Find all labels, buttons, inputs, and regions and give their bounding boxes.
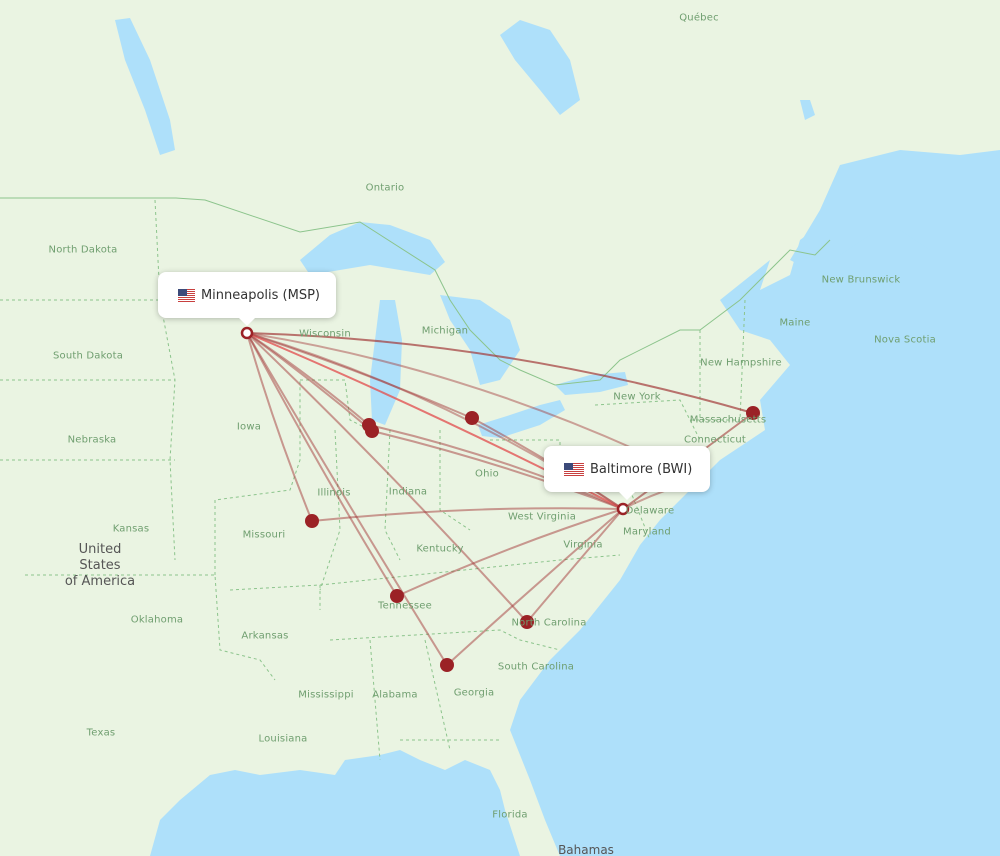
region-label-west-virginia: West Virginia	[507, 511, 577, 523]
region-label-kentucky: Kentucky	[416, 543, 464, 555]
region-label-michigan: Michigan	[421, 325, 469, 337]
region-label-georgia: Georgia	[453, 687, 495, 699]
region-label-tennessee: Tennessee	[378, 600, 432, 612]
us-flag-icon	[564, 462, 584, 476]
water-bodies	[115, 18, 1000, 856]
origin-airport-label: Minneapolis (MSP)	[200, 287, 320, 303]
region-label-mississippi: Mississippi	[298, 689, 354, 701]
anticosti	[800, 100, 815, 120]
stop-marker-st-louis[interactable]	[305, 514, 319, 528]
route-msp-atl	[246, 332, 448, 666]
region-label-north-dakota: North Dakota	[48, 244, 118, 256]
region-label-massachusetts: Massachusetts	[689, 414, 767, 426]
stop-marker-atlanta[interactable]	[440, 658, 454, 672]
country-label: United States of America	[64, 542, 136, 589]
region-label-maryland: Maryland	[623, 526, 671, 538]
region-label-new-york: New York	[613, 391, 661, 403]
region-label-south-dakota: South Dakota	[52, 350, 124, 362]
region-label-texas: Texas	[86, 727, 116, 739]
region-label-delaware: Delaware	[625, 505, 675, 517]
region-label-south-carolina: South Carolina	[497, 661, 575, 673]
region-label-iowa: Iowa	[236, 421, 262, 433]
lake-winnipeg	[115, 18, 175, 155]
region-label-louisiana: Louisiana	[258, 733, 308, 745]
region-label-connecticut: Connecticut	[683, 434, 747, 446]
region-label-maine: Maine	[779, 317, 811, 329]
destination-airport-tooltip[interactable]: Baltimore (BWI)	[544, 446, 710, 500]
destination-airport-label: Baltimore (BWI)	[590, 461, 693, 477]
gulf-of-mexico	[150, 750, 520, 856]
region-label-qu-bec: Québec	[679, 12, 719, 24]
region-label-nebraska: Nebraska	[67, 434, 117, 446]
origin-airport-tooltip[interactable]: Minneapolis (MSP)	[158, 272, 336, 326]
region-label-indiana: Indiana	[388, 486, 428, 498]
stop-marker-detroit[interactable]	[465, 411, 479, 425]
region-label-alabama: Alabama	[372, 689, 418, 701]
region-label-ohio: Ohio	[475, 468, 499, 480]
region-label-new-hampshire: New Hampshire	[700, 357, 782, 369]
region-label-florida: Florida	[492, 809, 528, 821]
region-label-north-carolina: North Carolina	[511, 617, 587, 629]
us-flag-icon	[178, 288, 195, 302]
route-map[interactable]: Québec Ontario North Dakota South Dakota Wis…	[0, 0, 1000, 856]
bahamas-label: Bahamas	[558, 843, 614, 856]
route-msp-chi2	[246, 332, 373, 432]
region-label-missouri: Missouri	[242, 529, 286, 541]
region-label-illinois: Illinois	[317, 487, 351, 499]
region-label-ontario: Ontario	[365, 182, 405, 194]
region-label-kansas: Kansas	[112, 523, 150, 535]
map-base	[0, 18, 1000, 856]
region-label-nova-scotia: Nova Scotia	[874, 334, 936, 346]
lake-nipigon	[500, 20, 580, 115]
region-label-oklahoma: Oklahoma	[130, 614, 184, 626]
stop-marker-chicago-2[interactable]	[365, 424, 379, 438]
region-label-arkansas: Arkansas	[241, 630, 289, 642]
origin-pin[interactable]	[240, 326, 254, 340]
region-label-new-brunswick: New Brunswick	[821, 274, 901, 286]
region-label-wisconsin: Wisconsin	[299, 328, 351, 340]
region-label-virginia: Virginia	[563, 539, 603, 551]
